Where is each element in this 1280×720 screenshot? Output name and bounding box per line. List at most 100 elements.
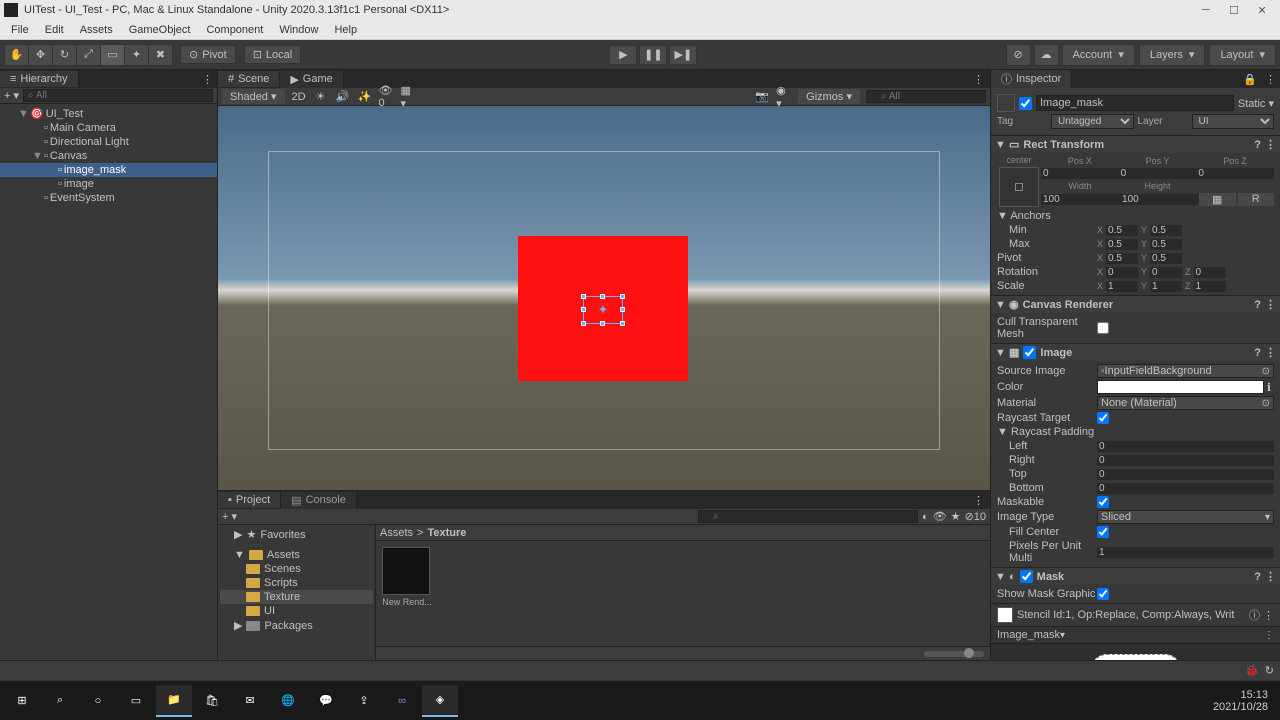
comp-help-icon[interactable]: ? — [1254, 139, 1261, 151]
hier-image-mask[interactable]: ▫ image_mask — [0, 163, 217, 177]
thumbnail-size-slider[interactable] — [924, 651, 984, 657]
pad-bottom[interactable] — [1097, 483, 1274, 494]
width-field[interactable] — [1041, 194, 1120, 205]
layout-dropdown[interactable]: Layout ▾ — [1209, 44, 1276, 66]
mail-icon[interactable]: ✉ — [232, 685, 268, 717]
cull-checkbox[interactable] — [1097, 322, 1109, 334]
active-checkbox[interactable] — [1019, 97, 1032, 110]
project-eye-icon[interactable]: 👁 — [933, 510, 947, 523]
maskable-checkbox[interactable] — [1097, 496, 1109, 508]
scale-tool[interactable]: ⤢ — [76, 44, 101, 66]
status-bug-icon[interactable]: 🐞 — [1245, 664, 1259, 677]
rot-x[interactable] — [1106, 267, 1138, 278]
folder-scenes[interactable]: Scenes — [220, 562, 373, 576]
system-clock[interactable]: 15:13 2021/10/28 — [1213, 689, 1276, 713]
create-dropdown[interactable]: + ▾ — [4, 89, 19, 102]
shading-dropdown[interactable]: Shaded ▾ — [222, 89, 285, 104]
search-icon[interactable]: ⌕ — [42, 685, 78, 717]
comp-menu-icon[interactable]: ⋮ — [1265, 138, 1276, 151]
posx-field[interactable] — [1041, 168, 1119, 179]
rotate-tool[interactable]: ↻ — [52, 44, 77, 66]
pivot-y[interactable] — [1150, 253, 1182, 264]
source-image-field[interactable]: ▫ InputFieldBackground⊙ — [1097, 364, 1274, 378]
rot-y[interactable] — [1150, 267, 1182, 278]
transform-tool[interactable]: ✦ — [124, 44, 149, 66]
folder-scripts[interactable]: Scripts — [220, 576, 373, 590]
image-type-dropdown[interactable]: Sliced▾ — [1097, 510, 1274, 524]
camera-icon[interactable]: 📷 — [754, 90, 770, 104]
hier-image[interactable]: ▫ image — [0, 177, 217, 191]
chrome-icon[interactable]: 🌐 — [270, 685, 306, 717]
scale-y[interactable] — [1150, 281, 1182, 292]
cortana-icon[interactable]: ○ — [80, 685, 116, 717]
taskview-icon[interactable]: ▭ — [118, 685, 154, 717]
game-tab[interactable]: ▶ Game — [280, 71, 343, 88]
favorites-node[interactable]: ▶★ Favorites — [220, 527, 373, 542]
ppu-field[interactable] — [1097, 547, 1274, 558]
close-button[interactable]: ✕ — [1248, 1, 1276, 19]
gizmo-toggle-icon[interactable]: ◉ ▾ — [776, 90, 792, 104]
project-grid[interactable]: New Rend... — [376, 541, 990, 646]
scene-search[interactable] — [866, 90, 986, 103]
hidden-icon[interactable]: 👁0 — [379, 90, 395, 104]
image-enable-checkbox[interactable] — [1023, 346, 1036, 359]
packages-node[interactable]: ▶ Packages — [220, 618, 373, 633]
project-star-icon[interactable]: ★ — [951, 510, 961, 523]
rect-tool[interactable]: ▭ — [100, 44, 125, 66]
share-icon[interactable]: ⇪ — [346, 685, 382, 717]
blueprint-icon[interactable]: ▦ — [1199, 193, 1236, 206]
store-icon[interactable]: 🛍 — [194, 685, 230, 717]
anchor-max-y[interactable] — [1150, 239, 1182, 250]
inspector-lock-icon[interactable]: 🔒 — [1239, 73, 1261, 86]
color-field[interactable] — [1097, 380, 1264, 394]
raycast-checkbox[interactable] — [1097, 412, 1109, 424]
maximize-button[interactable]: ☐ — [1220, 1, 1248, 19]
menu-help[interactable]: Help — [327, 22, 364, 38]
folder-texture[interactable]: Texture — [220, 590, 373, 604]
project-filter-icon[interactable]: ◐ — [922, 511, 929, 523]
inspector-tab[interactable]: ⓘ Inspector — [991, 70, 1072, 89]
hier-canvas[interactable]: ▼▫ Canvas — [0, 149, 217, 163]
folder-ui[interactable]: UI — [220, 604, 373, 618]
mask-enable-checkbox[interactable] — [1020, 570, 1033, 583]
scene-view[interactable] — [218, 106, 990, 490]
pad-top[interactable] — [1097, 469, 1274, 480]
anchor-preset[interactable] — [999, 167, 1039, 207]
project-menu-icon[interactable]: ⋮ — [967, 494, 990, 507]
wechat-icon[interactable]: 💬 — [308, 685, 344, 717]
pause-button[interactable]: ❚❚ — [639, 45, 667, 65]
scene-root[interactable]: ▼🎯 UI_Test — [0, 106, 217, 121]
menu-edit[interactable]: Edit — [38, 22, 71, 38]
grid-icon[interactable]: ▦ ▾ — [401, 90, 417, 104]
static-dropdown[interactable]: Static ▾ — [1238, 97, 1274, 110]
show-mask-checkbox[interactable] — [1097, 588, 1109, 600]
collab-icon[interactable]: ⊘ — [1006, 44, 1031, 66]
project-hidden-icon[interactable]: ⊘10 — [965, 510, 986, 523]
console-tab[interactable]: ▤ Console — [281, 492, 357, 509]
fillcenter-checkbox[interactable] — [1097, 526, 1109, 538]
posy-field[interactable] — [1119, 168, 1197, 179]
hier-main-camera[interactable]: ▫ Main Camera — [0, 121, 217, 135]
assets-node[interactable]: ▼ Assets — [220, 548, 373, 562]
scale-z[interactable] — [1194, 281, 1226, 292]
anchor-max-x[interactable] — [1106, 239, 1138, 250]
anchor-min-y[interactable] — [1150, 225, 1182, 236]
hand-tool[interactable]: ✋ — [4, 44, 29, 66]
scene-tab[interactable]: # Scene — [218, 71, 280, 87]
move-tool[interactable]: ✥ — [28, 44, 53, 66]
object-name-field[interactable] — [1036, 95, 1234, 111]
unity-icon[interactable]: ◈ — [422, 685, 458, 717]
layer-dropdown[interactable]: UI — [1192, 114, 1275, 129]
pad-right[interactable] — [1097, 455, 1274, 466]
breadcrumb-texture[interactable]: Texture — [427, 527, 466, 539]
start-button[interactable]: ⊞ — [4, 685, 40, 717]
hier-directional-light[interactable]: ▫ Directional Light — [0, 135, 217, 149]
posz-field[interactable] — [1196, 168, 1274, 179]
account-dropdown[interactable]: Account ▾ — [1062, 44, 1135, 66]
pad-left[interactable] — [1097, 441, 1274, 452]
hierarchy-menu-icon[interactable]: ⋮ — [198, 73, 217, 86]
scale-x[interactable] — [1106, 281, 1138, 292]
inspector-menu-icon[interactable]: ⋮ — [1261, 73, 1280, 86]
menu-window[interactable]: Window — [272, 22, 325, 38]
anchor-min-x[interactable] — [1106, 225, 1138, 236]
